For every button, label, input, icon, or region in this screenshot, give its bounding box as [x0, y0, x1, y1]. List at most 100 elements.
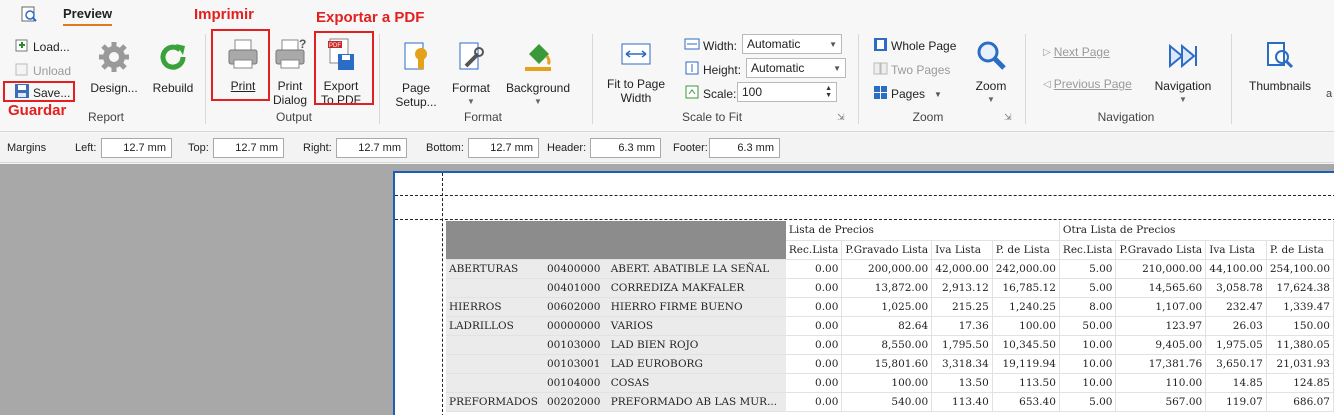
report-group-label: Report	[88, 110, 125, 124]
rebuild-label: Rebuild	[152, 81, 194, 95]
row-description: COSAS	[607, 373, 786, 393]
right-margin-field[interactable]: 12.7 mm	[336, 138, 407, 158]
value-cell: 8.00	[1059, 297, 1117, 317]
pages-icon	[873, 85, 888, 103]
value-cell: 5.00	[1059, 392, 1117, 412]
value-cell: 1,025.00	[841, 297, 933, 317]
value-cell: 215.25	[931, 297, 993, 317]
thumbnails-button[interactable]: Thumbnails	[1246, 40, 1314, 93]
print-dialog-button[interactable]: ? Print Dialog	[270, 36, 310, 107]
row-description: PREFORMADO AB LAS MUR...	[607, 392, 786, 412]
output-group-label: Output	[275, 110, 313, 124]
whole-page-icon	[873, 37, 888, 55]
fit-to-page-width-button[interactable]: Fit to Page Width	[604, 40, 668, 105]
quick-access-icon[interactable]	[20, 5, 38, 26]
fast-forward-icon	[1150, 40, 1216, 75]
value-cell: 119.07	[1205, 392, 1267, 412]
table-row: 00104000 COSAS 0.00 100.00 13.50 113.50 10.00 1…	[446, 373, 1334, 393]
width-combo[interactable]: Automatic ▼	[742, 34, 842, 54]
value-cell: 17,381.76	[1115, 354, 1207, 374]
row-code: 00602000	[543, 297, 608, 317]
header-margin-field[interactable]: 6.3 mm	[590, 138, 661, 158]
two-pages-button[interactable]: Two Pages	[873, 61, 950, 79]
unload-label: Unload	[33, 63, 72, 78]
dialog-launcher-icon[interactable]: ⇲	[837, 112, 845, 123]
value-cell: 10.00	[1059, 335, 1117, 355]
value-cell: 17,624.38	[1266, 278, 1334, 298]
rebuild-button[interactable]: Rebuild	[150, 40, 196, 95]
annotation-exportar: Exportar a PDF	[316, 9, 425, 26]
printer-dialog-icon: ?	[270, 36, 310, 75]
value-cell: 1,795.50	[931, 335, 993, 355]
column-header: Iva Lista	[931, 240, 993, 260]
value-cell: 42,000.00	[931, 259, 993, 279]
format-button[interactable]: Format ▼	[448, 40, 494, 109]
value-cell: 113.50	[992, 373, 1060, 393]
chevron-down-icon: ▼	[829, 39, 837, 49]
page-setup-label-2: Setup...	[395, 95, 437, 109]
value-cell: 1,107.00	[1115, 297, 1207, 317]
value-cell: 123.97	[1115, 316, 1207, 336]
two-pages-icon	[873, 61, 888, 79]
load-label: Load...	[33, 39, 70, 54]
left-margin-field[interactable]: 12.7 mm	[101, 138, 172, 158]
zoom-dropdown-icon: ▼	[987, 95, 995, 104]
design-button[interactable]: Design...	[88, 40, 140, 95]
column-header: P.Gravado Lista	[1115, 240, 1207, 260]
value-cell: 210,000.00	[1115, 259, 1207, 279]
dialog-launcher-icon[interactable]: ⇲	[1004, 112, 1012, 123]
row-category: HIERROS	[446, 297, 544, 317]
width-icon	[684, 37, 700, 54]
top-margin-field[interactable]: 12.7 mm	[213, 138, 284, 158]
wrench-icon	[448, 40, 494, 77]
unload-button[interactable]: Unload	[14, 61, 71, 80]
scale-spinner[interactable]: 100 ▲ ▼	[737, 82, 837, 102]
value-cell: 0.00	[785, 392, 843, 412]
value-cell: 13.50	[931, 373, 993, 393]
row-description: LAD EUROBORG	[607, 354, 786, 374]
height-combo[interactable]: Automatic ▼	[746, 58, 846, 78]
value-cell: 19,119.94	[992, 354, 1060, 374]
column-header: Rec.Lista	[1059, 240, 1117, 260]
value-cell: 9,405.00	[1115, 335, 1207, 355]
table-row: ABERTURAS 00400000 ABERT. ABATIBLE LA SEÑA…	[446, 259, 1334, 279]
scale-label-wrap: Scale:	[684, 85, 736, 102]
thumbnails-label: Thumbnails	[1248, 79, 1312, 93]
previous-page-button[interactable]: ◁ Previous Page	[1043, 77, 1132, 91]
table-corner-header	[446, 221, 786, 260]
row-description: ABERT. ABATIBLE LA SEÑAL	[607, 259, 786, 279]
row-category: ABERTURAS	[446, 259, 544, 279]
value-cell: 8,550.00	[841, 335, 933, 355]
zoom-label: Zoom	[975, 79, 1007, 93]
spinner-icon[interactable]: ▲ ▼	[825, 85, 832, 99]
bottom-margin-label: Bottom:	[426, 142, 464, 154]
refresh-icon	[150, 40, 196, 77]
next-page-button[interactable]: ▷ Next Page	[1043, 45, 1110, 59]
design-label: Design...	[90, 81, 138, 95]
pages-button[interactable]: Pages ▼	[873, 85, 942, 103]
magnifier-icon	[970, 38, 1012, 75]
table-row: 00103000 LAD BIEN ROJO 0.00 8,550.00 1,795.5…	[446, 335, 1334, 355]
table-row: LADRILLOS 00000000 VARIOS 0.00 82.64 17.36 100…	[446, 316, 1334, 336]
tab-preview[interactable]: Preview	[63, 6, 113, 26]
zoom-button[interactable]: Zoom ▼	[970, 38, 1012, 107]
footer-margin-field[interactable]: 6.3 mm	[709, 138, 780, 158]
value-cell: 653.40	[992, 392, 1060, 412]
margins-title: Margins	[7, 142, 47, 154]
navigation-button[interactable]: Navigation ▼	[1150, 40, 1216, 107]
bottom-margin-field[interactable]: 12.7 mm	[468, 138, 539, 158]
zoom-group-label: Zoom	[912, 110, 944, 124]
value-cell: 254,100.00	[1266, 259, 1334, 279]
load-button[interactable]: Load...	[14, 37, 70, 56]
load-icon	[14, 37, 30, 56]
page-setup-icon	[394, 40, 438, 77]
row-description: LAD BIEN ROJO	[607, 335, 786, 355]
chevron-down-icon: ▼	[833, 63, 841, 73]
page-setup-button[interactable]: Page Setup...	[394, 40, 438, 109]
header-margin-label: Header:	[547, 142, 587, 154]
value-cell: 232.47	[1205, 297, 1267, 317]
column-header: Iva Lista	[1205, 240, 1267, 260]
row-code: 00401000	[543, 278, 608, 298]
whole-page-button[interactable]: Whole Page	[873, 37, 956, 55]
background-button[interactable]: Background ▼	[504, 40, 572, 109]
